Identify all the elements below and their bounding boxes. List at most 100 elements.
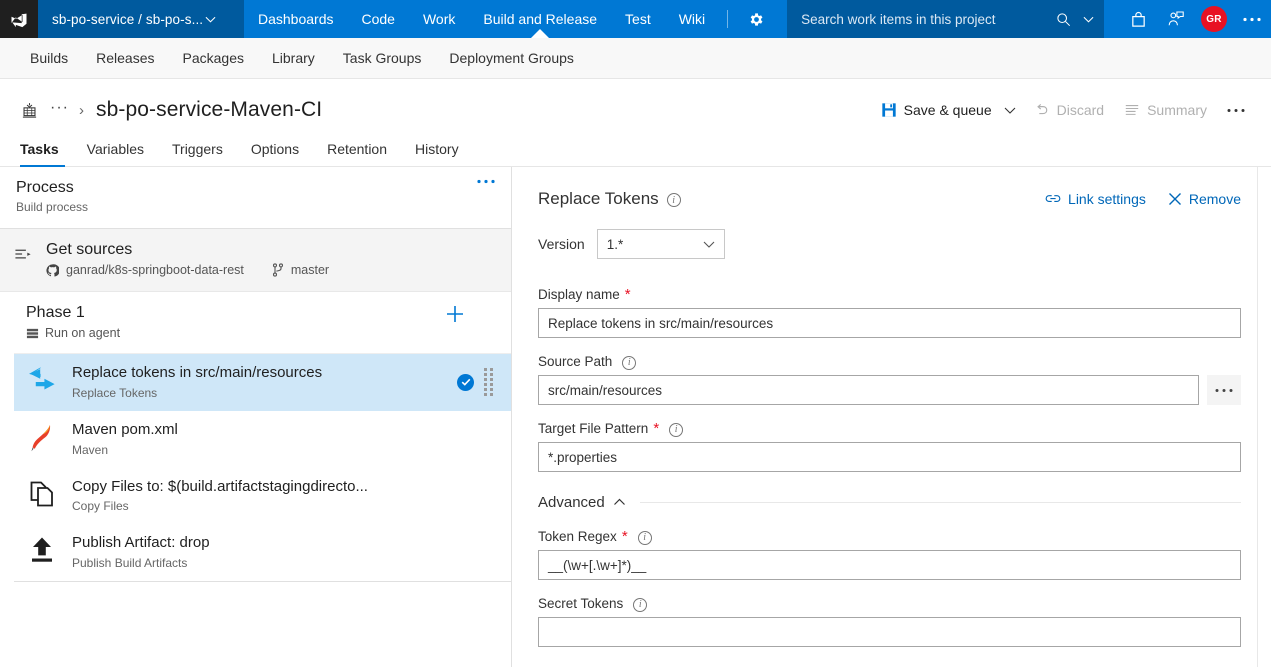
info-icon[interactable]: i bbox=[637, 530, 652, 545]
advanced-section-header[interactable]: Advanced bbox=[538, 494, 1241, 511]
info-icon[interactable]: i bbox=[669, 422, 684, 437]
search-chevron-down-icon[interactable] bbox=[1077, 14, 1094, 25]
version-row: Version 1.* bbox=[538, 229, 1241, 259]
tab-options[interactable]: Options bbox=[241, 141, 309, 166]
remove-button[interactable]: Remove bbox=[1168, 191, 1241, 207]
tab-retention[interactable]: Retention bbox=[317, 141, 397, 166]
publish-artifact-upload-icon bbox=[26, 534, 58, 564]
nav-item-work[interactable]: Work bbox=[409, 0, 469, 38]
field-target-file-pattern: Target File Pattern * i *.properties bbox=[538, 421, 1241, 472]
task-subtitle: Publish Build Artifacts bbox=[72, 556, 188, 570]
discard-button[interactable]: Discard bbox=[1024, 96, 1114, 124]
nav-item-test[interactable]: Test bbox=[611, 0, 665, 38]
tab-label: Tasks bbox=[20, 141, 59, 157]
subnav-item-deployment-groups[interactable]: Deployment Groups bbox=[435, 38, 588, 78]
task-row-replace-tokens[interactable]: Replace tokens in src/main/resources Rep… bbox=[14, 354, 511, 411]
tab-label: Retention bbox=[327, 141, 388, 157]
nav-item-build-and-release[interactable]: Build and Release bbox=[469, 0, 611, 38]
tab-triggers[interactable]: Triggers bbox=[162, 141, 233, 166]
nav-item-code[interactable]: Code bbox=[348, 0, 409, 38]
info-icon[interactable]: i bbox=[666, 193, 681, 207]
field-label-text: Target File Pattern bbox=[538, 421, 649, 436]
task-title: Publish Artifact: drop bbox=[72, 534, 210, 552]
nav-item-wiki[interactable]: Wiki bbox=[665, 0, 719, 38]
save-and-queue-chevron-down-icon[interactable] bbox=[1002, 104, 1024, 116]
field-label-text: Token Regex bbox=[538, 529, 617, 544]
field-display-name: Display name * Replace tokens in src/mai… bbox=[538, 287, 1241, 338]
task-subtitle: Maven bbox=[72, 442, 109, 457]
process-header[interactable]: Process Build process bbox=[0, 167, 511, 229]
subnav-item-builds[interactable]: Builds bbox=[16, 38, 82, 78]
phase-row[interactable]: Phase 1 Run on agent bbox=[14, 292, 511, 354]
breadcrumb-overflow[interactable]: ··· bbox=[42, 99, 79, 121]
display-name-input[interactable]: Replace tokens in src/main/resources bbox=[538, 308, 1241, 338]
process-more-ellipsis-icon[interactable] bbox=[477, 179, 495, 184]
field-label: Secret Tokens i bbox=[538, 596, 1241, 612]
maven-feather-icon bbox=[26, 421, 58, 453]
toolbar-more-ellipsis-icon[interactable] bbox=[1217, 108, 1255, 113]
task-title: Copy Files to: $(build.artifactstagingdi… bbox=[72, 477, 368, 495]
subnav-item-releases[interactable]: Releases bbox=[82, 38, 168, 78]
search-icon[interactable] bbox=[1056, 12, 1071, 27]
task-row-copy-files[interactable]: Copy Files to: $(build.artifactstagingdi… bbox=[14, 468, 511, 525]
get-sources-repo: ganrad/k8s-springboot-data-rest bbox=[66, 263, 244, 277]
task-row-publish-artifact[interactable]: Publish Artifact: drop Publish Build Art… bbox=[14, 524, 511, 581]
settings-button[interactable] bbox=[736, 0, 777, 38]
get-sources-meta: ganrad/k8s-springboot-data-rest master bbox=[46, 263, 329, 277]
input-value: __(\w+[.\w+]*)__ bbox=[548, 557, 647, 573]
summary-button[interactable]: Summary bbox=[1114, 96, 1217, 124]
subnav-item-task-groups[interactable]: Task Groups bbox=[329, 38, 436, 78]
field-label: Token Regex * i bbox=[538, 529, 1241, 545]
task-row-maven[interactable]: Maven pom.xml Maven bbox=[14, 411, 511, 468]
drag-grip-icon[interactable] bbox=[484, 368, 493, 396]
field-secret-tokens: Secret Tokens i bbox=[538, 596, 1241, 647]
subnav-item-library[interactable]: Library bbox=[258, 38, 329, 78]
info-icon[interactable]: i bbox=[633, 597, 648, 612]
chevron-down-icon bbox=[703, 238, 715, 250]
source-path-browse-button[interactable] bbox=[1207, 375, 1241, 405]
subnav-item-packages[interactable]: Packages bbox=[169, 38, 258, 78]
save-and-queue-label: Save & queue bbox=[903, 102, 992, 118]
more-options-icon[interactable] bbox=[1233, 0, 1271, 38]
azure-devops-logo[interactable] bbox=[0, 0, 38, 38]
task-title: Replace tokens in src/main/resources bbox=[72, 364, 323, 381]
token-regex-input[interactable]: __(\w+[.\w+]*)__ bbox=[538, 550, 1241, 580]
field-source-path: Source Path i src/main/resources bbox=[538, 354, 1241, 405]
page-body: Process Build process Get sources ganrad… bbox=[0, 167, 1271, 667]
top-navigation-bar: sb-po-service / sb-po-s... Dashboards Co… bbox=[0, 0, 1271, 38]
version-select[interactable]: 1.* bbox=[596, 229, 725, 259]
nav-divider bbox=[727, 10, 729, 28]
search-input[interactable]: Search work items in this project bbox=[801, 12, 1050, 27]
save-and-queue-button[interactable]: Save & queue bbox=[871, 96, 1002, 124]
link-settings-button[interactable]: Link settings bbox=[1045, 191, 1146, 207]
target-file-pattern-input[interactable]: *.properties bbox=[538, 442, 1241, 472]
search-box[interactable]: Search work items in this project bbox=[787, 0, 1105, 38]
process-subtitle: Build process bbox=[16, 200, 89, 214]
tab-history[interactable]: History bbox=[405, 141, 469, 166]
info-icon[interactable]: i bbox=[622, 355, 637, 370]
source-path-input[interactable]: src/main/resources bbox=[538, 375, 1199, 405]
page-header: ··· › sb-po-service-Maven-CI Save & queu… bbox=[0, 79, 1271, 127]
avatar[interactable]: GR bbox=[1195, 0, 1233, 38]
feedback-person-icon[interactable] bbox=[1157, 0, 1195, 38]
input-value: src/main/resources bbox=[548, 382, 663, 398]
replace-tokens-arrows-icon bbox=[26, 364, 58, 391]
tab-tasks[interactable]: Tasks bbox=[16, 141, 69, 167]
add-task-plus-icon[interactable] bbox=[445, 304, 495, 324]
github-icon bbox=[46, 263, 59, 277]
tab-label: Triggers bbox=[172, 141, 223, 157]
project-selector[interactable]: sb-po-service / sb-po-s... bbox=[38, 0, 244, 38]
advanced-divider bbox=[639, 502, 1241, 503]
definition-tabs: Tasks Variables Triggers Options Retenti… bbox=[0, 127, 1271, 167]
gear-icon bbox=[748, 11, 765, 28]
check-circle-icon[interactable] bbox=[457, 373, 474, 391]
build-definition-icon bbox=[16, 102, 42, 119]
get-sources-row[interactable]: Get sources ganrad/k8s-springboot-data-r… bbox=[0, 229, 511, 292]
task-list: Replace tokens in src/main/resources Rep… bbox=[14, 354, 511, 581]
tab-variables[interactable]: Variables bbox=[77, 141, 154, 166]
secret-tokens-input[interactable] bbox=[538, 617, 1241, 647]
nav-item-dashboards[interactable]: Dashboards bbox=[244, 0, 348, 38]
nav-label: Work bbox=[422, 11, 456, 27]
task-subtitle: Replace Tokens bbox=[72, 385, 158, 400]
marketplace-bag-icon[interactable] bbox=[1119, 0, 1157, 38]
